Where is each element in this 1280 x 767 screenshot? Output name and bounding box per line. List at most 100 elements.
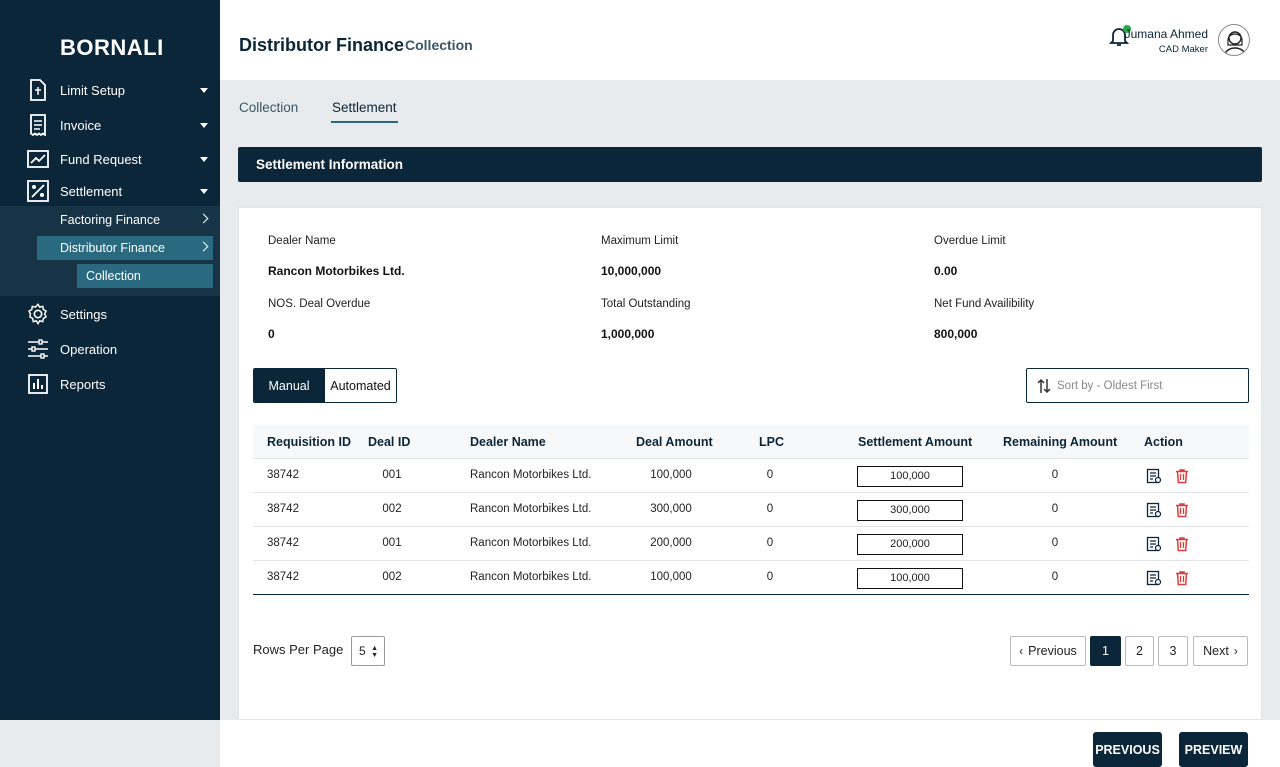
- user-name: Jumana Ahmed: [1124, 27, 1208, 41]
- net-fund-label: Net Fund Availibility: [934, 298, 1035, 310]
- settlement-amount-input[interactable]: 300,000: [857, 500, 963, 521]
- rows-per-page-label: Rows Per Page: [253, 642, 344, 657]
- cell-lpc: 0: [766, 571, 774, 583]
- cell-deal-amount: 300,000: [650, 503, 692, 515]
- previous-page-button[interactable]: ‹ Previous: [1010, 636, 1086, 666]
- tab-settlement[interactable]: Settlement: [331, 100, 398, 123]
- cell-requisition-id: 38742: [267, 469, 299, 481]
- overdue-limit-value: 0.00: [934, 264, 958, 278]
- sidebar-item-label: Invoice: [60, 117, 102, 133]
- cell-dealer-name: Rancon Motorbikes Ltd.: [470, 571, 592, 583]
- bar-chart-icon: [27, 373, 49, 395]
- cell-lpc: 0: [766, 503, 774, 515]
- sidebar-item-fund-request[interactable]: Fund Request: [0, 144, 220, 174]
- tab-collection[interactable]: Collection: [239, 100, 298, 121]
- select-arrows-icon: ▲ ▼: [371, 645, 378, 659]
- previous-button[interactable]: PREVIOUS: [1093, 732, 1162, 767]
- page-button-1[interactable]: 1: [1090, 636, 1121, 666]
- caret-down-icon: [200, 188, 208, 194]
- next-page-button[interactable]: Next ›: [1193, 636, 1248, 666]
- sort-placeholder: Sort by - Oldest First: [1057, 379, 1163, 392]
- cell-remaining-amount: 0: [1051, 503, 1059, 515]
- cell-deal-amount: 200,000: [650, 537, 692, 549]
- view-details-icon[interactable]: [1146, 468, 1162, 484]
- max-limit-label: Maximum Limit: [601, 235, 679, 247]
- sidebar-item-factoring-finance[interactable]: Factoring Finance: [37, 208, 213, 232]
- view-details-icon[interactable]: [1146, 570, 1162, 586]
- settlement-table: Requisition ID Deal ID Dealer Name Deal …: [253, 425, 1249, 595]
- sidebar-item-label: Reports: [60, 376, 106, 392]
- manual-toggle-button[interactable]: Manual: [254, 369, 324, 402]
- sidebar-item-label: Operation: [60, 341, 118, 357]
- table-row: 38742 002 Rancon Motorbikes Ltd. 100,000…: [253, 561, 1249, 595]
- dealer-name-value: Rancon Motorbikes Ltd.: [268, 264, 405, 278]
- chevron-right-icon: [198, 213, 209, 224]
- gear-icon: [27, 303, 49, 326]
- sort-dropdown[interactable]: Sort by - Oldest First: [1026, 368, 1249, 403]
- brand-logo: BORNALI: [60, 35, 164, 60]
- chevron-right-icon: [198, 241, 209, 252]
- deal-overdue-value: 0: [268, 327, 275, 341]
- sidebar-item-invoice[interactable]: Invoice: [0, 110, 220, 140]
- sidebar-item-settlement[interactable]: Settlement: [0, 176, 220, 206]
- chevron-right-icon: ›: [1233, 644, 1238, 658]
- sidebar-item-label: Settings: [60, 306, 107, 322]
- sidebar-item-collection[interactable]: Collection: [77, 264, 213, 288]
- sidebar-item-operation[interactable]: Operation: [0, 334, 220, 364]
- caret-down-icon: [200, 156, 208, 162]
- sidebar-item-limit-setup[interactable]: Limit Setup: [0, 75, 220, 105]
- sidebar-item-label: Fund Request: [60, 151, 142, 167]
- cell-deal-id: 002: [382, 571, 402, 583]
- page-button-3[interactable]: 3: [1158, 636, 1188, 666]
- settlement-amount-input[interactable]: 100,000: [857, 568, 963, 589]
- automated-toggle-button[interactable]: Automated: [324, 369, 396, 402]
- preview-button[interactable]: PREVIEW: [1179, 732, 1248, 767]
- sliders-icon: [27, 338, 49, 360]
- bottom-action-bar: PREVIOUS PREVIEW: [220, 720, 1280, 767]
- settlement-amount-input[interactable]: 100,000: [857, 466, 963, 487]
- sidebar-item-settings[interactable]: Settings: [0, 299, 220, 329]
- cell-lpc: 0: [766, 537, 774, 549]
- delete-icon[interactable]: [1174, 502, 1190, 518]
- view-details-icon[interactable]: [1146, 502, 1162, 518]
- th-requisition-id: Requisition ID: [267, 434, 352, 449]
- delete-icon[interactable]: [1174, 536, 1190, 552]
- rows-per-page-select[interactable]: 5 ▲ ▼: [351, 636, 385, 666]
- settlement-card: Dealer Name Rancon Motorbikes Ltd. Maxim…: [238, 207, 1262, 720]
- cell-requisition-id: 38742: [267, 571, 299, 583]
- page-title: Distributor Finance: [239, 35, 405, 55]
- sidebar-item-distributor-finance[interactable]: Distributor Finance: [37, 236, 213, 260]
- cell-deal-id: 002: [382, 503, 402, 515]
- cell-requisition-id: 38742: [267, 537, 299, 549]
- delete-icon[interactable]: [1174, 570, 1190, 586]
- th-deal-id: Deal ID: [368, 434, 411, 449]
- cell-requisition-id: 38742: [267, 503, 299, 515]
- overdue-limit-label: Overdue Limit: [934, 235, 1006, 247]
- sidebar-item-label: Factoring Finance: [60, 213, 161, 227]
- th-action: Action: [1144, 434, 1183, 449]
- sidebar-item-label: Collection: [86, 269, 141, 283]
- page-button-2[interactable]: 2: [1125, 636, 1154, 666]
- total-outstanding-value: 1,000,000: [601, 327, 655, 341]
- total-outstanding-label: Total Outstanding: [601, 298, 691, 310]
- cell-deal-amount: 100,000: [650, 571, 692, 583]
- sidebar: BORNALI Limit Setup Invoice Fund Request…: [0, 0, 220, 720]
- percent-icon: [27, 180, 49, 202]
- settlement-amount-input[interactable]: 200,000: [857, 534, 963, 555]
- table-header: Requisition ID Deal ID Dealer Name Deal …: [253, 425, 1249, 459]
- cell-remaining-amount: 0: [1051, 571, 1059, 583]
- cell-deal-id: 001: [382, 537, 402, 549]
- dealer-name-label: Dealer Name: [268, 235, 336, 247]
- sidebar-item-label: Settlement: [60, 183, 123, 199]
- receipt-icon: [27, 114, 49, 136]
- sidebar-item-reports[interactable]: Reports: [0, 369, 220, 399]
- delete-icon[interactable]: [1174, 468, 1190, 484]
- th-remaining-amount: Remaining Amount: [1003, 434, 1118, 449]
- th-lpc: LPC: [759, 434, 784, 449]
- th-dealer-name: Dealer Name: [470, 434, 546, 449]
- table-row: 38742 001 Rancon Motorbikes Ltd. 200,000…: [253, 527, 1249, 561]
- mode-toggle: Manual Automated: [253, 368, 397, 403]
- avatar[interactable]: [1218, 24, 1250, 56]
- view-details-icon[interactable]: [1146, 536, 1162, 552]
- document-icon: [27, 79, 49, 101]
